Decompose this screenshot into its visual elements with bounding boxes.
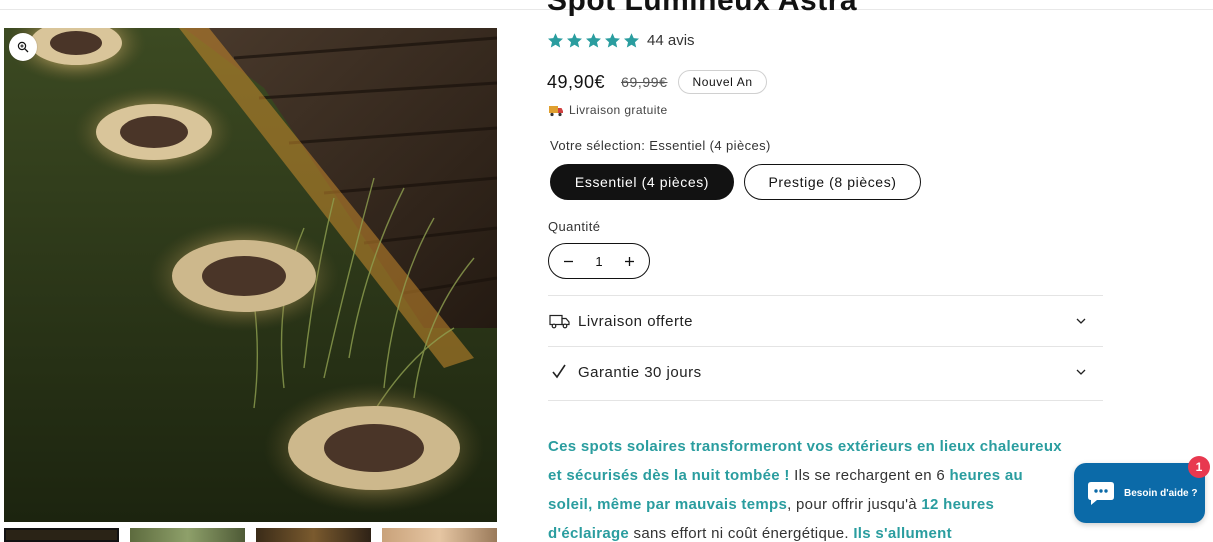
minus-icon (563, 260, 573, 262)
star-icon (548, 33, 563, 48)
chat-notification-badge: 1 (1188, 456, 1210, 478)
thumbnail-2[interactable] (130, 528, 245, 542)
variant-option-essentiel[interactable]: Essentiel (4 pièces) (550, 164, 734, 200)
truck-icon (548, 312, 570, 330)
quantity-decrease-button[interactable] (560, 253, 576, 269)
product-title: Spot Lumineux Astra (547, 0, 858, 17)
description-text: sans effort ni coût énergétique. (629, 525, 854, 542)
plus-icon (625, 256, 635, 266)
chat-widget-button[interactable]: Besoin d'aide ? (1074, 463, 1205, 523)
thumbnail-3[interactable] (256, 528, 371, 542)
magnifier-icon (17, 41, 29, 53)
description-text: Ils se rechargent en 6 (789, 467, 950, 484)
star-icon (567, 33, 582, 48)
thumbnail-4[interactable] (382, 528, 497, 542)
sale-price: 49,90€ (547, 71, 606, 92)
quantity-input[interactable]: 1 (595, 254, 602, 269)
price-row: 49,90€ 69,99€ Nouvel An (547, 70, 767, 94)
chat-bubble-icon (1088, 482, 1114, 505)
compare-price: 69,99€ (621, 74, 668, 90)
accordion-label: Garantie 30 jours (578, 363, 702, 381)
promo-badge: Nouvel An (678, 70, 767, 94)
rating[interactable]: 44 avis (547, 32, 695, 49)
chat-label: Besoin d'aide ? (1124, 487, 1198, 499)
shipping-note: Livraison gratuite (548, 103, 668, 117)
thumbnail-1[interactable] (4, 528, 119, 542)
checkmark-icon (548, 363, 570, 381)
description-text: , pour offrir jusqu'à (787, 496, 922, 513)
accordion-livraison[interactable]: Livraison offerte (548, 296, 1103, 346)
product-main-image[interactable] (4, 28, 497, 522)
chevron-down-icon (1076, 318, 1086, 324)
variant-option-prestige[interactable]: Prestige (8 pièces) (744, 164, 921, 200)
shipping-label: Livraison gratuite (569, 103, 668, 117)
product-description: Ces spots solaires transformeront vos ex… (548, 432, 1068, 542)
accordion-garantie[interactable]: Garantie 30 jours (548, 347, 1103, 397)
quantity-stepper: 1 (548, 243, 650, 279)
delivery-truck-icon (549, 106, 563, 117)
star-icon (624, 33, 639, 48)
chevron-down-icon (1076, 369, 1086, 375)
accordion-label: Livraison offerte (578, 312, 693, 330)
zoom-button[interactable] (9, 33, 37, 61)
variant-selection-label: Votre sélection: Essentiel (4 pièces) (550, 138, 771, 153)
star-icon (586, 33, 601, 48)
quantity-increase-button[interactable] (622, 253, 638, 269)
divider (548, 400, 1103, 401)
rating-count: 44 avis (647, 32, 695, 49)
star-icon (605, 33, 620, 48)
quantity-label: Quantité (548, 219, 601, 234)
description-highlight: Ils s'allument (853, 525, 952, 542)
